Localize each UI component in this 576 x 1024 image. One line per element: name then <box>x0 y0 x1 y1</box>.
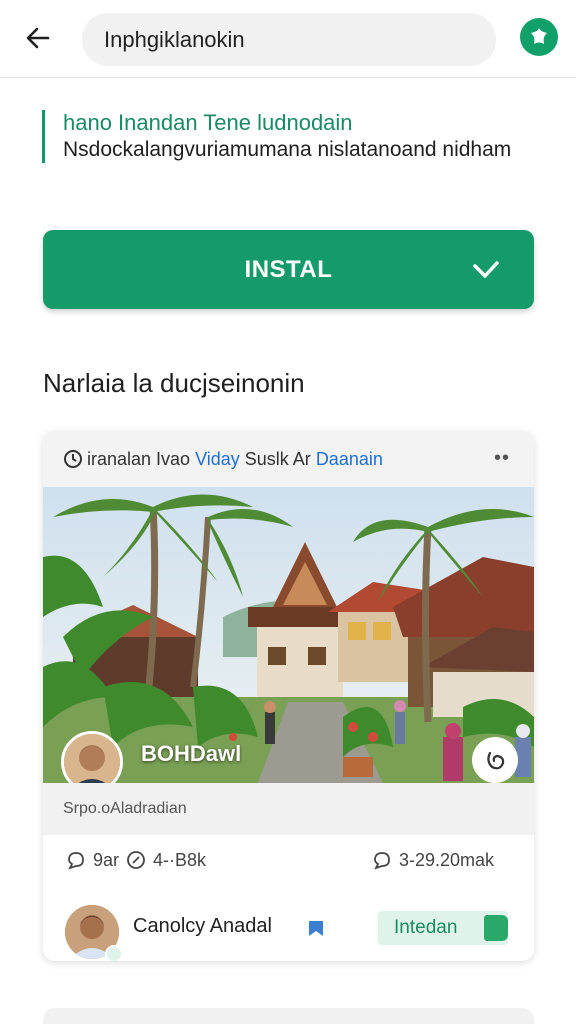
install-button[interactable]: INSTAL <box>43 230 534 309</box>
back-button[interactable] <box>20 20 56 56</box>
card-header: iranalan Ivao Viday Suslk Ar Daanain <box>43 431 534 487</box>
profile-action-button[interactable] <box>520 18 558 56</box>
section-heading: Narlaia la ducjseinonin <box>43 368 305 398</box>
card-subtitle: Srpo.oAladradian <box>43 783 534 835</box>
more-options-button[interactable]: •• <box>494 447 510 470</box>
app-description: Nsdockalangvuriamumana nislatanoand nidh… <box>63 138 512 161</box>
clock-icon <box>64 450 82 468</box>
post-card[interactable]: iranalan Ivao Viday Suslk Ar Daanain •• <box>43 431 534 961</box>
views-count: 3-29.20mak <box>399 849 495 870</box>
village-scene-image <box>43 487 534 783</box>
tag-icon <box>484 915 508 941</box>
comments-count: 9ar <box>93 849 120 870</box>
verified-badge-icon <box>105 945 123 961</box>
follow-label: Intedan <box>394 917 458 938</box>
follow-button[interactable]: Intedan <box>378 911 508 945</box>
arrow-left-icon <box>26 27 50 49</box>
search-input[interactable]: Inphgiklanokin <box>82 13 496 66</box>
author-name[interactable]: Canolcy Anadal <box>133 915 272 938</box>
author-row: Canolcy Anadal Intedan <box>43 901 534 961</box>
comment-icon <box>68 852 84 870</box>
speech-bubble-icon <box>374 852 390 870</box>
top-bar: Inphgiklanokin <box>0 0 576 78</box>
checkmark-icon <box>473 261 499 278</box>
search-value: Inphgiklanokin <box>104 26 245 52</box>
person-avatar-image <box>64 734 120 783</box>
bookmark-icon[interactable] <box>305 917 327 939</box>
card-header-link-2[interactable]: Daanain <box>316 449 383 470</box>
photo-caption: BOHDawl <box>141 741 242 766</box>
leaf-star-icon <box>531 28 547 44</box>
photo-action-button[interactable] <box>472 737 518 783</box>
time-value: 4-·B8k <box>153 849 207 870</box>
comments-stat[interactable]: 9ar <box>65 849 119 871</box>
app-info-block: hano Inandan Tene ludnodain Nsdockalangv… <box>42 110 542 163</box>
time-stat: 4-·B8k <box>125 849 206 871</box>
stats-row: 9ar 4-·B8k 3-29.20mak <box>43 849 534 883</box>
card-header-prefix: iranalan Ivao <box>87 448 196 469</box>
swirl-icon <box>487 751 505 770</box>
post-photo[interactable]: BOHDawl <box>43 487 534 783</box>
next-card-preview[interactable] <box>43 1008 534 1024</box>
card-header-link-1[interactable]: Viday <box>195 449 240 470</box>
install-label: INSTAL <box>244 255 333 283</box>
card-header-mid: Suslk Ar <box>239 448 316 469</box>
app-title: hano Inandan Tene ludnodain <box>63 110 353 135</box>
timer-icon <box>127 851 145 869</box>
views-stat: 3-29.20mak <box>371 849 494 871</box>
